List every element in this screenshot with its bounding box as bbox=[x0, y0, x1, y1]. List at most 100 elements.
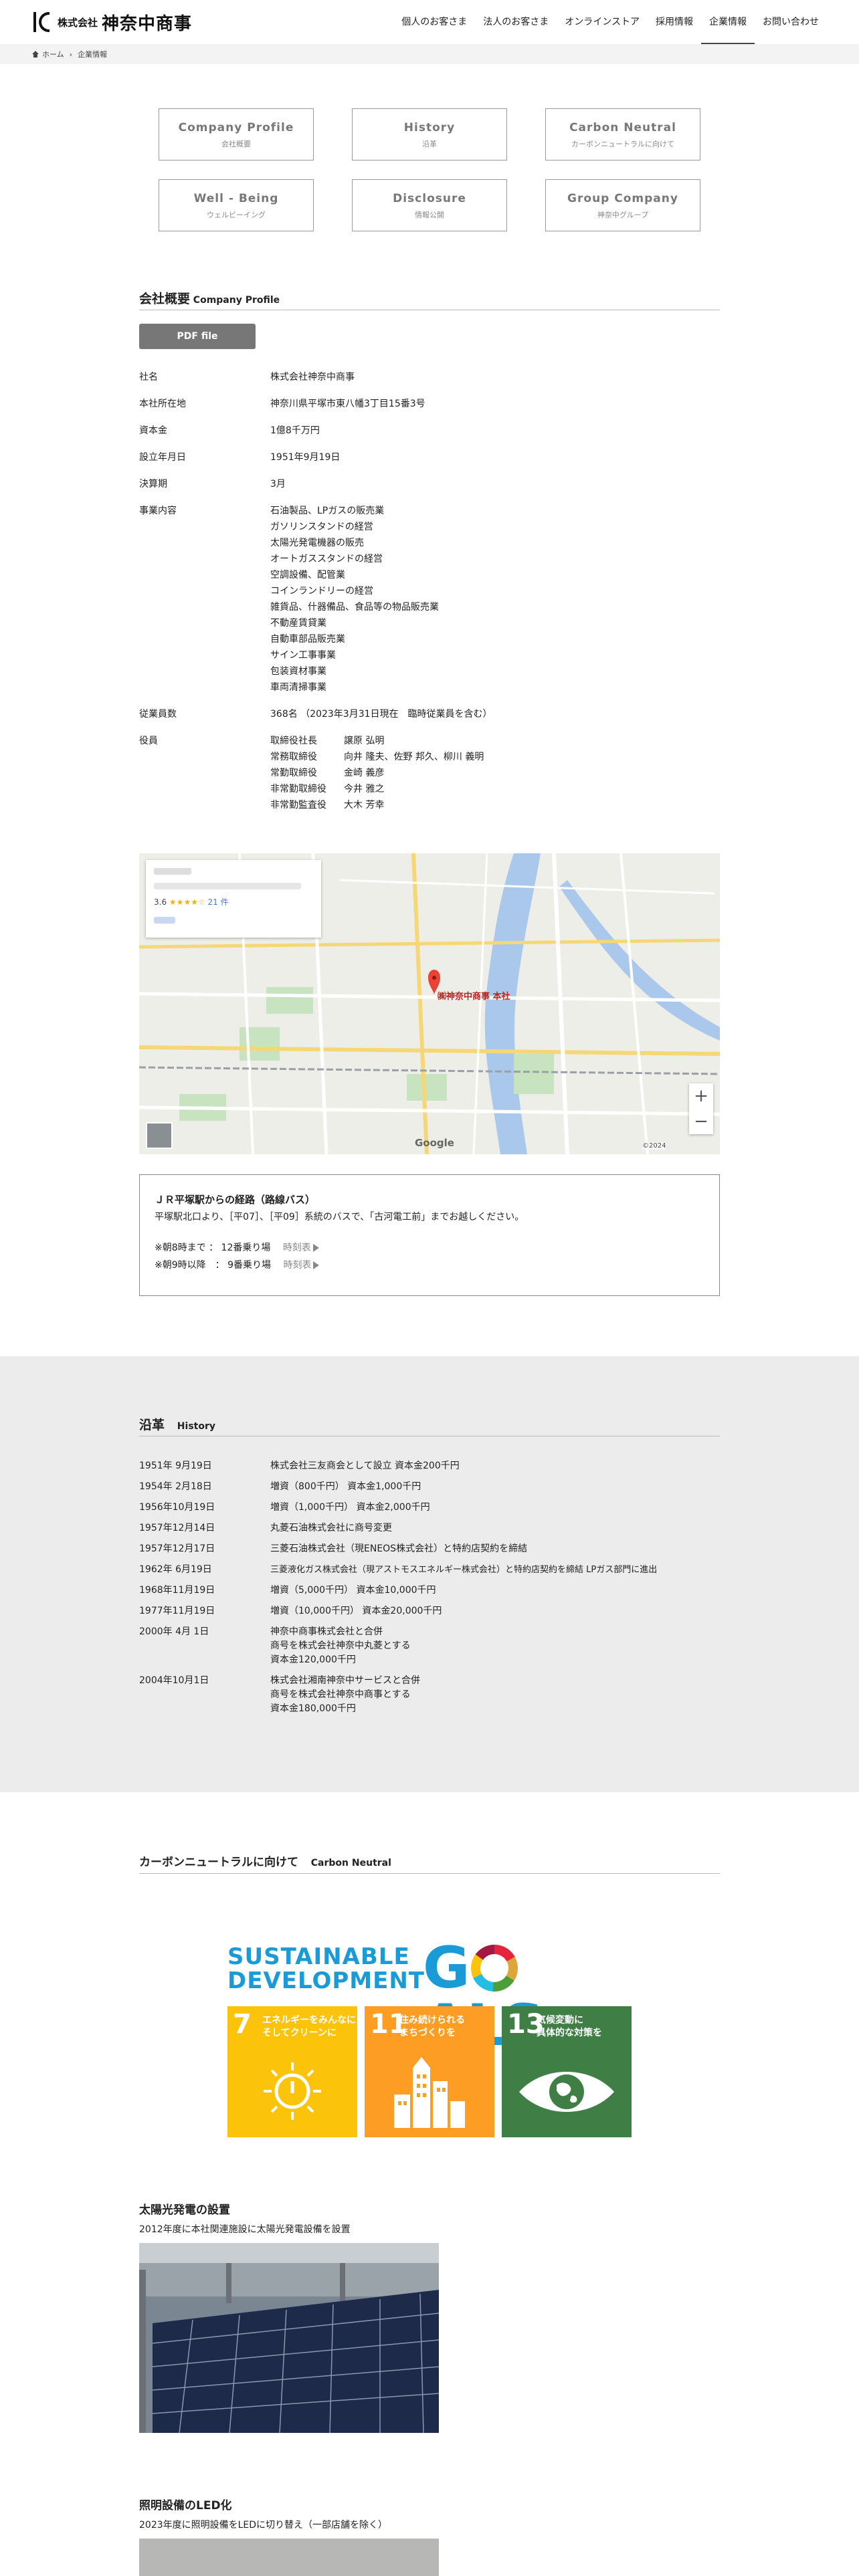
place-name-placeholder bbox=[154, 868, 191, 875]
nav-item-corporate[interactable]: 法人のお客さま bbox=[475, 0, 557, 44]
nav-item-company-info[interactable]: 企業情報 bbox=[701, 0, 755, 44]
history-row: 1957年12月14日 丸菱石油株式会社に商号変更 bbox=[139, 1521, 720, 1535]
officer-name: 大木 芳幸 bbox=[344, 800, 385, 811]
site-logo[interactable]: 株式会社 神奈中商事 bbox=[32, 9, 192, 35]
heading-en: History bbox=[177, 1421, 215, 1432]
profile-label: 設立年月日 bbox=[139, 452, 186, 463]
history-event: 三菱液化ガス株式会社（現アストモスエネルギー株式会社）と特約店契約を締結 LPガ… bbox=[270, 1565, 658, 1575]
business-item: 雑貨品、什器備品、食品等の物品販売業 bbox=[270, 602, 439, 613]
breadcrumb-home[interactable]: ホーム bbox=[42, 49, 64, 60]
nav-item-online-store[interactable]: オンラインストア bbox=[557, 0, 648, 44]
officer-row: 取締役社長 譲原 弘明 bbox=[270, 733, 720, 749]
profile-value: 3月 bbox=[270, 479, 286, 490]
profile-value: 1951年9月19日 bbox=[270, 452, 341, 463]
business-item: 自動車部品販売業 bbox=[270, 634, 345, 645]
embedded-map[interactable]: ㈱神奈中商事 本社 3.6 ★★★★☆ 21 件 + − Google ©202… bbox=[139, 853, 720, 1154]
business-item: 太陽光発電機器の販売 bbox=[270, 538, 364, 548]
box-group-company[interactable]: Group Company 神奈中グループ bbox=[545, 179, 700, 231]
map-pin-label[interactable]: ㈱神奈中商事 本社 bbox=[438, 989, 510, 1002]
box-disclosure[interactable]: Disclosure 情報公開 bbox=[352, 179, 507, 231]
tile-text: エネルギーをみんなに そしてクリーンに bbox=[262, 2015, 356, 2038]
profile-value: 368名 （2023年3月31日現在 臨時従業員を含む） bbox=[270, 709, 492, 720]
larger-map-link[interactable] bbox=[154, 917, 175, 924]
history-date: 1957年12月17日 bbox=[139, 1543, 215, 1554]
officer-title: 非常勤取締役 bbox=[270, 784, 326, 794]
solar-title: 太陽光発電の設置 bbox=[139, 2204, 230, 2217]
officer-title: 常務取締役 bbox=[270, 752, 317, 762]
business-item: サイン工事事業 bbox=[270, 650, 336, 661]
timetable-link-label: 時刻表 bbox=[283, 1260, 312, 1271]
timetable-link[interactable]: 時刻表 bbox=[283, 1260, 320, 1271]
box-carbon-neutral[interactable]: Carbon Neutral カーボンニュートラルに向けて bbox=[545, 108, 700, 160]
history-event: 商号を株式会社神奈中丸菱とする bbox=[270, 1640, 411, 1651]
sun-power-icon bbox=[264, 2062, 321, 2120]
rating-stars-icon: ★★★★☆ bbox=[169, 897, 205, 907]
sdg-wheel-icon bbox=[470, 1944, 518, 1992]
box-history[interactable]: History 沿革 bbox=[352, 108, 507, 160]
profile-row-employees: 従業員数 368名 （2023年3月31日現在 臨時従業員を含む） bbox=[139, 706, 720, 722]
box-label-jp: カーボンニュートラルに向けて bbox=[571, 140, 674, 148]
google-logo: Google bbox=[415, 1137, 454, 1149]
company-profile-table: 社名 株式会社神奈中商事 本社所在地 神奈川県平塚市東八幡3丁目15番3号 資本… bbox=[139, 369, 720, 824]
history-row: 1968年11月19日 増資（5,000千円） 資本金10,000千円 bbox=[139, 1584, 720, 1598]
history-event: 増資（1,000千円） 資本金2,000千円 bbox=[270, 1502, 430, 1513]
bus-stop-text: ※朝8時まで ： 12番乗り場 bbox=[155, 1243, 271, 1253]
business-item: 石油製品、LPガスの販売業 bbox=[270, 506, 385, 516]
box-company-profile[interactable]: Company Profile 会社概要 bbox=[159, 108, 314, 160]
business-item: 車両清掃事業 bbox=[270, 682, 326, 693]
history-date: 2004年10月1日 bbox=[139, 1675, 209, 1686]
profile-row-founded: 設立年月日 1951年9月19日 bbox=[139, 449, 720, 465]
business-item: 包装資材事業 bbox=[270, 666, 326, 677]
timetable-link[interactable]: 時刻表 bbox=[283, 1243, 319, 1253]
sdg-title-line: SUSTAINABLE bbox=[227, 1943, 410, 1970]
history-event: 資本金120,000千円 bbox=[270, 1654, 356, 1665]
box-label-en: Disclosure bbox=[393, 192, 466, 205]
map-place-card[interactable]: 3.6 ★★★★☆ 21 件 bbox=[146, 860, 321, 938]
nav-item-contact[interactable]: お問い合わせ bbox=[755, 0, 827, 44]
map-satellite-toggle[interactable] bbox=[146, 1122, 173, 1149]
zoom-out-button[interactable]: − bbox=[689, 1109, 713, 1134]
profile-label: 本社所在地 bbox=[139, 399, 186, 409]
sdgs-graphic: SUSTAINABLE DEVELOPMENT GALS 7 エネルギーをみんな… bbox=[227, 1939, 632, 2137]
officer-row: 非常勤監査役 大木 芳幸 bbox=[270, 797, 720, 813]
history-event: 丸菱石油株式会社に商号変更 bbox=[270, 1523, 392, 1533]
sdg-tile-11: 11 住み続けられる まちづくりを bbox=[365, 2006, 494, 2137]
box-label-jp: 沿革 bbox=[422, 140, 437, 148]
profile-row-fiscal: 決算期 3月 bbox=[139, 476, 720, 492]
history-event: 資本金180,000千円 bbox=[270, 1703, 356, 1714]
profile-value: 株式会社神奈中商事 bbox=[270, 372, 355, 383]
box-label-en: Well - Being bbox=[193, 192, 279, 205]
history-date: 1968年11月19日 bbox=[139, 1585, 215, 1596]
officer-name: 譲原 弘明 bbox=[344, 736, 385, 746]
tile-text: 気候変動に 具体的な対策を bbox=[537, 2015, 602, 2038]
business-item: 不動産賃貸業 bbox=[270, 618, 326, 629]
review-count-link[interactable]: 21 件 bbox=[208, 897, 229, 907]
box-well-being[interactable]: Well - Being ウェルビーイング bbox=[159, 179, 314, 231]
led-lighting-photo bbox=[139, 2539, 439, 2576]
logo-company-name: 神奈中商事 bbox=[102, 13, 193, 34]
profile-row-name: 社名 株式会社神奈中商事 bbox=[139, 369, 720, 385]
logo-mark-icon bbox=[32, 11, 52, 33]
access-info-box: ＪＲ平塚駅からの経路（路線バス） 平塚駅北口より、［平07］、［平09］系統のバ… bbox=[139, 1174, 720, 1296]
history-row: 2000年 4月 1日 神奈中商事株式会社と合併 商号を株式会社神奈中丸菱とする… bbox=[139, 1625, 720, 1667]
pdf-file-button[interactable]: PDF file bbox=[139, 324, 256, 349]
profile-row-business: 事業内容 石油製品、LPガスの販売業 ガソリンスタンドの経営 太陽光発電機器の販… bbox=[139, 503, 720, 695]
section-heading-carbon-neutral: カーボンニュートラルに向けて Carbon Neutral bbox=[139, 1852, 720, 1874]
tile-number: 7 bbox=[233, 2009, 252, 2040]
nav-item-recruit[interactable]: 採用情報 bbox=[648, 0, 701, 44]
earth-eye-icon bbox=[519, 2072, 614, 2112]
heading-en: Carbon Neutral bbox=[310, 1858, 391, 1868]
officer-title: 非常勤監査役 bbox=[270, 800, 326, 811]
history-event: 商号を株式会社神奈中商事とする bbox=[270, 1689, 411, 1700]
solar-panels-photo bbox=[139, 2243, 439, 2433]
business-item: 空調設備、配管業 bbox=[270, 570, 345, 580]
history-row: 1954年 2月18日 増資（800千円） 資本金1,000千円 bbox=[139, 1480, 720, 1494]
profile-value-list: 石油製品、LPガスの販売業 ガソリンスタンドの経営 太陽光発電機器の販売 オート… bbox=[270, 503, 720, 695]
solar-panels-image bbox=[139, 2243, 439, 2433]
zoom-in-button[interactable]: + bbox=[689, 1083, 713, 1109]
history-row: 2004年10月1日 株式会社湘南神奈中サービスと合併 商号を株式会社神奈中商事… bbox=[139, 1674, 720, 1716]
nav-item-individual[interactable]: 個人のお客さま bbox=[393, 0, 475, 44]
access-line: ※朝9時以降 ： 9番乗り場 時刻表 bbox=[155, 1257, 704, 1274]
logo-company-type: 株式会社 bbox=[58, 16, 98, 29]
tile-text: 住み続けられる まちづくりを bbox=[399, 2015, 465, 2038]
